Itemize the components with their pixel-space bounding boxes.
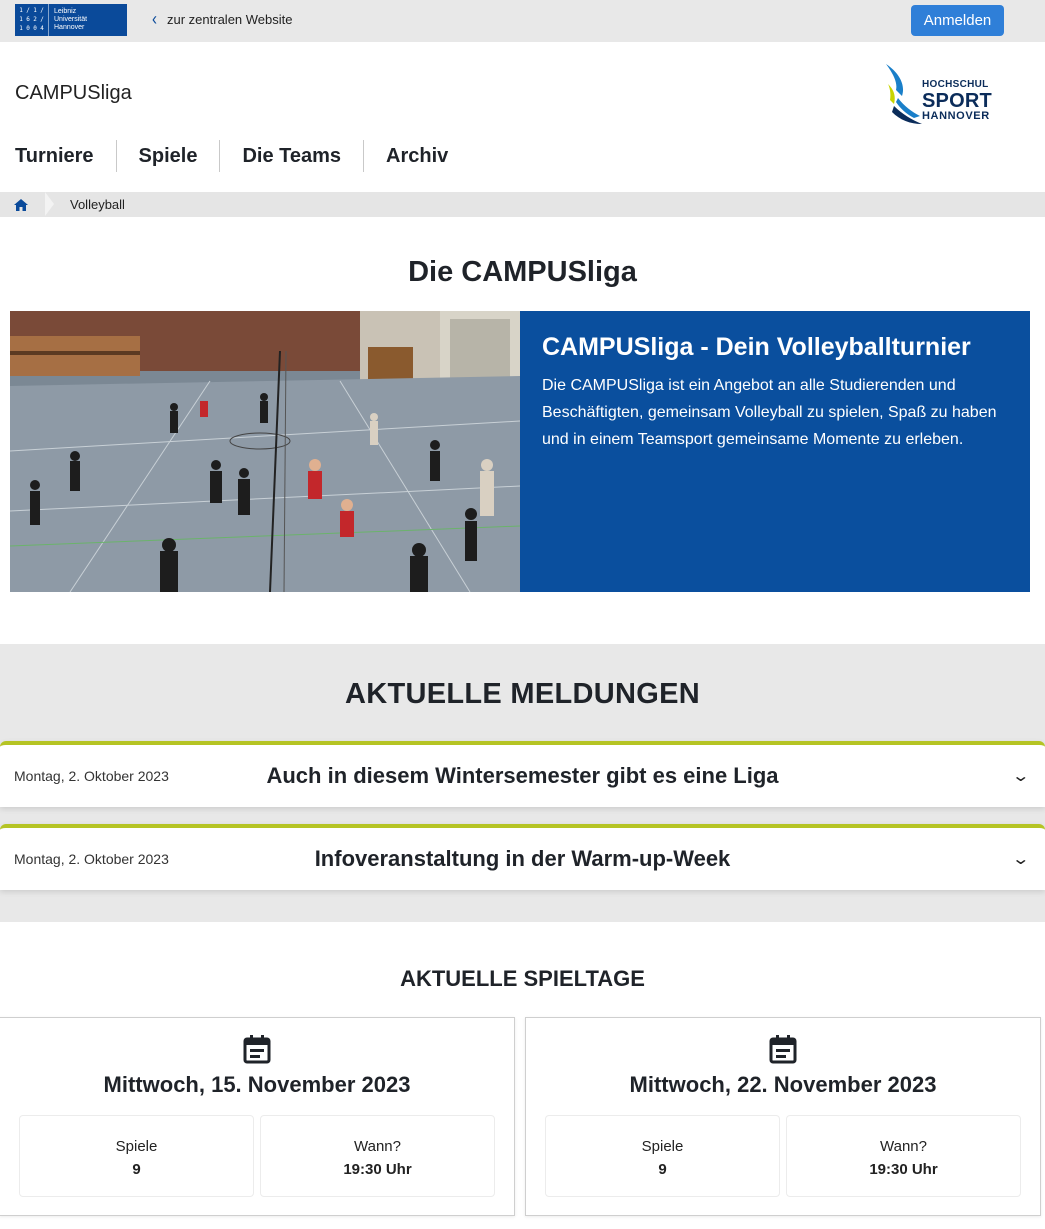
news-title: Infoveranstaltung in der Warm-up-Week: [314, 846, 731, 871]
matchday-date: Mittwoch, 22. November 2023: [629, 1072, 937, 1097]
calendar-icon: [243, 1035, 271, 1064]
home-icon: [14, 198, 28, 211]
chevron-left-icon: ‹: [152, 9, 157, 30]
matchdays-heading: AKTUELLE SPIELTAGE: [400, 966, 645, 991]
matchday-time: Wann? 19:30 Uhr: [786, 1115, 1021, 1197]
matchday-time: Wann? 19:30 Uhr: [260, 1115, 495, 1197]
matchday-card[interactable]: Mittwoch, 15. November 2023 Spiele 9 Wan…: [0, 1017, 515, 1216]
luh-logo-text: Leibniz Universität Hannover: [54, 8, 88, 31]
calendar-icon: [769, 1035, 797, 1064]
luh-logo-grid: 1 / 1 / 1 6 2 / 1 0 0 4: [15, 4, 49, 36]
news-item[interactable]: Montag, 2. Oktober 2023 Infoveranstaltun…: [0, 824, 1045, 890]
breadcrumb-current: Volleyball: [70, 197, 125, 212]
chevron-down-icon[interactable]: ⌄: [1011, 766, 1030, 786]
matchday-date: Mittwoch, 15. November 2023: [103, 1072, 411, 1097]
news-item[interactable]: Montag, 2. Oktober 2023 Auch in diesem W…: [0, 741, 1045, 807]
hochschulsport-logo-text: HOCHSCHUL SPORT HANNOVER: [922, 79, 992, 122]
luh-logo[interactable]: 1 / 1 / 1 6 2 / 1 0 0 4 Leibniz Universi…: [15, 4, 127, 36]
matchday-card[interactable]: Mittwoch, 22. November 2023 Spiele 9 Wan…: [525, 1017, 1041, 1216]
news-heading: AKTUELLE MELDUNGEN: [345, 678, 700, 710]
hochschulsport-emblem-icon: [886, 64, 922, 124]
nav-item-turniere[interactable]: Turniere: [0, 140, 116, 172]
main-navigation: Turniere Spiele Die Teams Archiv: [0, 140, 470, 172]
breadcrumb: Volleyball: [0, 192, 1045, 217]
intro-box-text: Die CAMPUSliga ist ein Angebot an alle S…: [542, 377, 997, 448]
nav-item-die-teams[interactable]: Die Teams: [219, 140, 363, 172]
volleyball-hall-photo: [10, 311, 520, 592]
intro-box-title: CAMPUSliga - Dein Volleyballturnier: [542, 333, 971, 361]
central-website-label: zur zentralen Website: [167, 12, 293, 27]
login-button[interactable]: Anmelden: [911, 5, 1004, 36]
news-title: Auch in diesem Wintersemester gibt es ei…: [266, 763, 779, 788]
nav-item-archiv[interactable]: Archiv: [363, 140, 470, 172]
central-website-link[interactable]: ‹ zur zentralen Website: [152, 9, 293, 30]
matchday-games: Spiele 9: [545, 1115, 780, 1197]
intro-box: CAMPUSliga - Dein Volleyballturnier Die …: [520, 311, 1030, 592]
nav-item-spiele[interactable]: Spiele: [115, 140, 220, 172]
hochschulsport-logo[interactable]: HOCHSCHUL SPORT HANNOVER: [884, 62, 1002, 126]
chevron-down-icon[interactable]: ⌄: [1011, 849, 1030, 869]
top-bar: 1 / 1 / 1 6 2 / 1 0 0 4 Leibniz Universi…: [0, 0, 1045, 42]
page-title: Die CAMPUSliga: [408, 256, 637, 288]
hero-image: [10, 311, 520, 592]
matchday-games: Spiele 9: [19, 1115, 254, 1197]
breadcrumb-home[interactable]: [0, 192, 56, 217]
news-section: AKTUELLE MELDUNGEN Montag, 2. Oktober 20…: [0, 644, 1045, 922]
site-title[interactable]: CAMPUSliga: [15, 82, 132, 105]
